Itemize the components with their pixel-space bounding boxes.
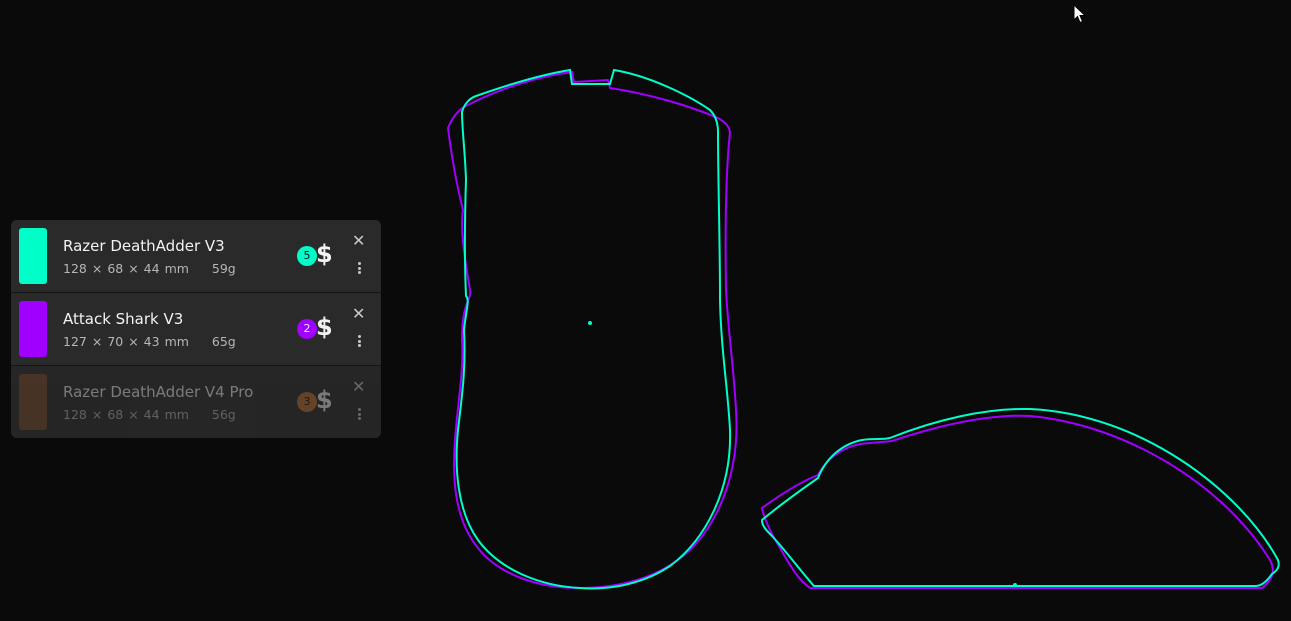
kebab-menu-icon[interactable] bbox=[355, 262, 363, 276]
mouse-name: Attack Shark V3 bbox=[63, 310, 184, 328]
price-tier-badge: 5 bbox=[297, 246, 317, 266]
mouse-dimensions: 127 × 70 × 43 mm 65g bbox=[63, 334, 236, 349]
dollar-icon: $ bbox=[316, 313, 333, 341]
color-swatch[interactable] bbox=[19, 228, 47, 284]
mouse-weight: 59g bbox=[211, 261, 236, 276]
top-view-outline-attack-shark bbox=[446, 70, 738, 590]
mouse-weight: 56g bbox=[211, 407, 236, 422]
color-swatch[interactable] bbox=[19, 301, 47, 357]
list-item[interactable]: Attack Shark V3 127 × 70 × 43 mm 65g 2 $… bbox=[11, 293, 381, 366]
price-tier-badge: 3 bbox=[297, 392, 317, 412]
kebab-menu-icon[interactable] bbox=[355, 408, 363, 422]
top-view-outline-deathadder-v3 bbox=[455, 68, 732, 590]
mouse-weight: 65g bbox=[211, 334, 236, 349]
close-icon[interactable]: ✕ bbox=[352, 231, 365, 250]
price-tier-badge: 2 bbox=[297, 319, 317, 339]
kebab-menu-icon[interactable] bbox=[355, 335, 363, 349]
cursor-icon bbox=[1073, 4, 1087, 24]
mouse-dimensions: 128 × 68 × 44 mm 59g bbox=[63, 261, 236, 276]
dollar-icon: $ bbox=[316, 386, 333, 414]
list-item[interactable]: Razer DeathAdder V3 128 × 68 × 44 mm 59g… bbox=[11, 220, 381, 293]
comparison-list: Razer DeathAdder V3 128 × 68 × 44 mm 59g… bbox=[11, 220, 381, 438]
close-icon[interactable]: ✕ bbox=[352, 377, 365, 396]
color-swatch[interactable] bbox=[19, 374, 47, 430]
list-item[interactable]: Razer DeathAdder V4 Pro 128 × 68 × 44 mm… bbox=[11, 366, 381, 438]
mouse-name: Razer DeathAdder V4 Pro bbox=[63, 383, 254, 401]
side-view-outline-attack-shark bbox=[760, 414, 1274, 589]
mouse-name: Razer DeathAdder V3 bbox=[63, 237, 225, 255]
dollar-icon: $ bbox=[316, 240, 333, 268]
top-view-center-dot bbox=[588, 321, 592, 325]
side-view-outline-deathadder-v3 bbox=[760, 407, 1280, 587]
shape-viewer: Razer DeathAdder V3 128 × 68 × 44 mm 59g… bbox=[0, 0, 1291, 621]
close-icon[interactable]: ✕ bbox=[352, 304, 365, 323]
side-view-center-dot bbox=[1013, 583, 1017, 587]
mouse-dimensions: 128 × 68 × 44 mm 56g bbox=[63, 407, 236, 422]
